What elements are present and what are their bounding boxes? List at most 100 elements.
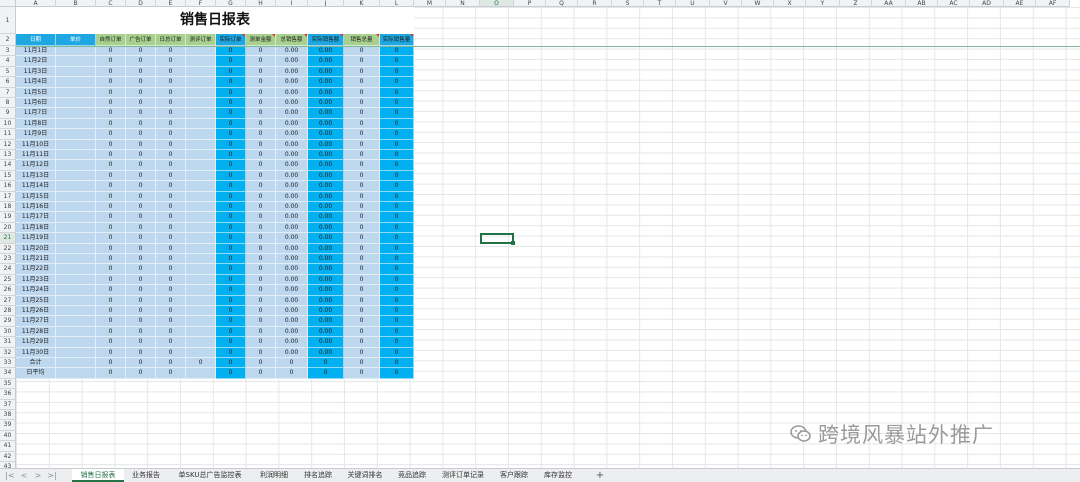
value-cell[interactable]: 0 bbox=[246, 233, 276, 244]
row-header-16[interactable]: 16 bbox=[0, 181, 16, 192]
average-cell[interactable]: 0 bbox=[308, 368, 344, 379]
value-cell[interactable]: 0 bbox=[246, 274, 276, 286]
value-cell[interactable]: 0 bbox=[380, 170, 414, 182]
column-header-c[interactable]: C bbox=[96, 0, 126, 7]
value-cell[interactable]: 0 bbox=[246, 46, 276, 57]
row-header-2[interactable]: 2 bbox=[0, 34, 16, 46]
value-cell[interactable]: 0 bbox=[126, 181, 156, 192]
value-cell[interactable]: 0.00 bbox=[276, 202, 308, 213]
value-cell[interactable]: 0.00 bbox=[308, 160, 344, 171]
value-cell[interactable]: 0 bbox=[246, 254, 276, 265]
column-header-ac[interactable]: AC bbox=[938, 0, 970, 7]
value-cell[interactable]: 0 bbox=[156, 285, 186, 296]
prev-sheet-icon[interactable]: < bbox=[18, 470, 30, 481]
last-sheet-icon[interactable]: >| bbox=[46, 470, 58, 481]
value-cell[interactable]: 0.00 bbox=[308, 274, 344, 286]
value-cell[interactable]: 0.00 bbox=[308, 150, 344, 161]
row-header-15[interactable]: 15 bbox=[0, 170, 16, 182]
value-cell[interactable] bbox=[186, 337, 216, 348]
date-cell[interactable]: 11月28日 bbox=[16, 326, 56, 338]
value-cell[interactable]: 0 bbox=[126, 337, 156, 348]
value-cell[interactable]: 0 bbox=[96, 337, 126, 348]
date-cell[interactable]: 11月19日 bbox=[16, 233, 56, 244]
value-cell[interactable] bbox=[186, 222, 216, 234]
value-cell[interactable]: 0 bbox=[156, 274, 186, 286]
value-cell[interactable]: 0 bbox=[216, 150, 246, 161]
value-cell[interactable] bbox=[56, 108, 96, 119]
value-cell[interactable]: 0 bbox=[344, 337, 380, 348]
value-cell[interactable]: 0 bbox=[216, 87, 246, 98]
value-cell[interactable]: 0 bbox=[96, 316, 126, 327]
value-cell[interactable] bbox=[186, 264, 216, 275]
value-cell[interactable]: 0.00 bbox=[308, 191, 344, 202]
value-cell[interactable] bbox=[56, 233, 96, 244]
value-cell[interactable]: 0 bbox=[126, 316, 156, 327]
value-cell[interactable]: 0 bbox=[126, 87, 156, 98]
value-cell[interactable]: 0 bbox=[156, 108, 186, 119]
value-cell[interactable]: 0 bbox=[216, 306, 246, 317]
value-cell[interactable]: 0 bbox=[96, 326, 126, 338]
value-cell[interactable]: 0 bbox=[246, 150, 276, 161]
value-cell[interactable]: 0 bbox=[96, 118, 126, 130]
row-header-4[interactable]: 4 bbox=[0, 56, 16, 67]
date-cell[interactable]: 11月4日 bbox=[16, 77, 56, 88]
value-cell[interactable]: 0 bbox=[344, 191, 380, 202]
fill-handle[interactable] bbox=[511, 241, 515, 245]
value-cell[interactable]: 0 bbox=[216, 295, 246, 306]
value-cell[interactable]: 0 bbox=[156, 77, 186, 88]
value-cell[interactable] bbox=[186, 66, 216, 78]
value-cell[interactable]: 0 bbox=[96, 243, 126, 254]
row-header-10[interactable]: 10 bbox=[0, 118, 16, 130]
value-cell[interactable] bbox=[186, 181, 216, 192]
average-cell[interactable] bbox=[186, 368, 216, 379]
value-cell[interactable]: 0 bbox=[246, 129, 276, 140]
column-header-z[interactable]: Z bbox=[840, 0, 872, 7]
value-cell[interactable] bbox=[186, 295, 216, 306]
value-cell[interactable]: 0 bbox=[380, 212, 414, 223]
value-cell[interactable] bbox=[186, 243, 216, 254]
value-cell[interactable]: 0 bbox=[156, 56, 186, 67]
value-cell[interactable]: 0 bbox=[126, 254, 156, 265]
value-cell[interactable]: 0 bbox=[156, 254, 186, 265]
value-cell[interactable]: 0 bbox=[216, 264, 246, 275]
value-cell[interactable]: 0 bbox=[344, 222, 380, 234]
value-cell[interactable] bbox=[56, 56, 96, 67]
value-cell[interactable]: 0.00 bbox=[276, 243, 308, 254]
value-cell[interactable]: 0 bbox=[344, 295, 380, 306]
value-cell[interactable]: 0 bbox=[344, 316, 380, 327]
value-cell[interactable]: 0 bbox=[96, 87, 126, 98]
sheet-tab[interactable]: 排名追踪 bbox=[296, 469, 340, 482]
column-header-r[interactable]: R bbox=[578, 0, 612, 7]
value-cell[interactable]: 0 bbox=[96, 77, 126, 88]
value-cell[interactable]: 0 bbox=[246, 243, 276, 254]
value-cell[interactable]: 0 bbox=[156, 264, 186, 275]
average-cell[interactable]: 0 bbox=[156, 368, 186, 379]
date-cell[interactable]: 11月13日 bbox=[16, 170, 56, 182]
value-cell[interactable]: 0.00 bbox=[276, 222, 308, 234]
total-cell[interactable] bbox=[56, 358, 96, 369]
value-cell[interactable]: 0.00 bbox=[276, 337, 308, 348]
row-header-28[interactable]: 28 bbox=[0, 306, 16, 317]
row-header-35[interactable]: 35 bbox=[0, 378, 16, 390]
value-cell[interactable]: 0 bbox=[380, 326, 414, 338]
value-cell[interactable]: 0.00 bbox=[276, 264, 308, 275]
value-cell[interactable]: 0 bbox=[344, 98, 380, 109]
value-cell[interactable]: 0 bbox=[156, 98, 186, 109]
row-header-5[interactable]: 5 bbox=[0, 66, 16, 78]
value-cell[interactable] bbox=[186, 202, 216, 213]
date-cell[interactable]: 11月15日 bbox=[16, 191, 56, 202]
column-header-ab[interactable]: AB bbox=[906, 0, 938, 7]
value-cell[interactable]: 0 bbox=[344, 108, 380, 119]
value-cell[interactable]: 0 bbox=[96, 66, 126, 78]
date-cell[interactable]: 11月30日 bbox=[16, 347, 56, 358]
value-cell[interactable]: 0.00 bbox=[276, 118, 308, 130]
value-cell[interactable]: 0 bbox=[126, 191, 156, 202]
date-cell[interactable]: 11月2日 bbox=[16, 56, 56, 67]
value-cell[interactable] bbox=[56, 170, 96, 182]
value-cell[interactable] bbox=[56, 274, 96, 286]
value-cell[interactable]: 0 bbox=[344, 254, 380, 265]
value-cell[interactable]: 0 bbox=[156, 316, 186, 327]
column-header-g[interactable]: G bbox=[216, 0, 246, 7]
value-cell[interactable]: 0 bbox=[344, 129, 380, 140]
value-cell[interactable]: 0 bbox=[344, 160, 380, 171]
